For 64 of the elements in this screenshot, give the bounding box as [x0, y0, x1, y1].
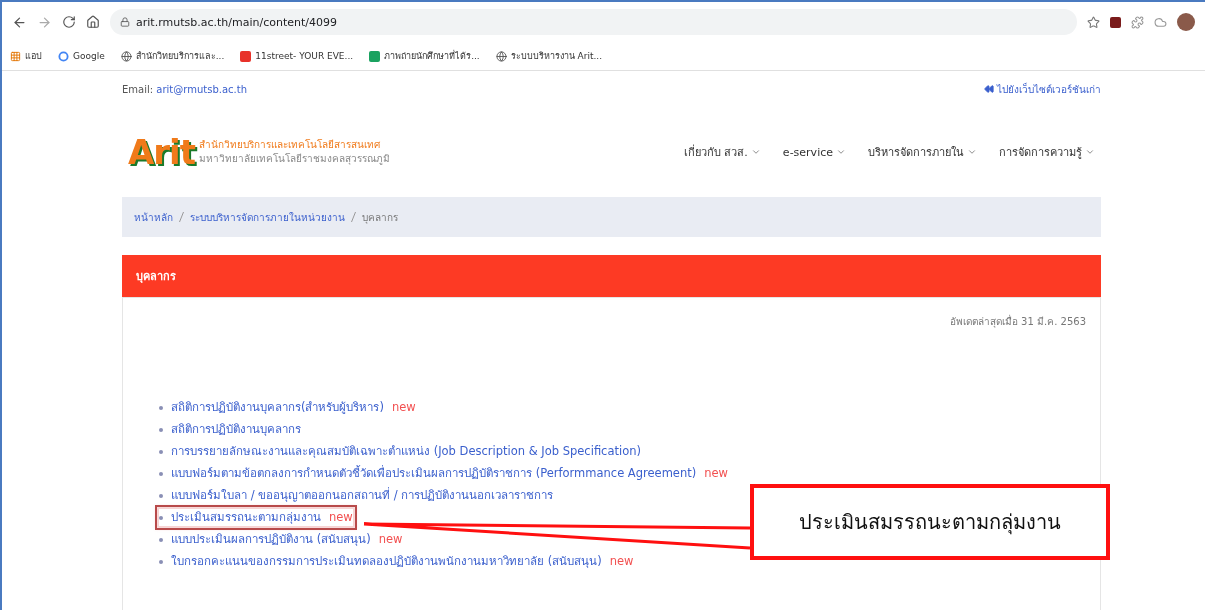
- rewind-icon: [984, 84, 994, 94]
- google-icon: [58, 50, 69, 62]
- address-bar[interactable]: arit.rmutsb.ac.th/main/content/4099: [110, 9, 1077, 35]
- updated-date: อัพเดตล่าสุดเมื่อ 31 มี.ค. 2563: [949, 314, 1086, 329]
- org-name: สำนักวิทยบริการและเทคโนโลยีสารสนเทศ: [199, 138, 381, 152]
- new-label: new: [609, 553, 634, 570]
- star-icon[interactable]: [1087, 15, 1100, 29]
- bullet-icon: [159, 537, 163, 542]
- globe-icon: [495, 50, 507, 62]
- document-link[interactable]: แบบฟอร์มใบลา / ขออนุญาตออกนอกสถานที่ / การปฏิบัติงานนอกเวลาราชการ: [171, 487, 554, 504]
- document-link[interactable]: ประเมินสมรรถนะตามกลุ่มงาน: [171, 509, 321, 526]
- slash-icon: [351, 212, 356, 222]
- nav-menu-item[interactable]: เกี่ยวกับ สวส.: [683, 143, 761, 161]
- bullet-icon: [159, 559, 163, 564]
- apps-icon[interactable]: [10, 50, 21, 62]
- bookmark[interactable]: สำนักวิทยบริการและ...: [120, 49, 225, 63]
- bookmark[interactable]: 11street- YOUR EVE...: [240, 50, 354, 62]
- caret-icon: [836, 147, 846, 157]
- document-link[interactable]: สถิติการปฏิบัติงานบุคลากร(สำหรับผู้บริหาร): [171, 399, 384, 416]
- caret-icon: [1085, 147, 1095, 157]
- breadcrumb-link[interactable]: ระบบบริหารจัดการภายในหน่วยงาน: [190, 209, 345, 225]
- site-icon: [369, 50, 381, 62]
- avatar-icon[interactable]: [1177, 13, 1195, 31]
- document-link[interactable]: สถิติการปฏิบัติงานบุคลากร: [171, 421, 301, 438]
- globe-icon: [120, 50, 132, 62]
- document-link[interactable]: แบบฟอร์มตามข้อตกลงการกำหนดตัวชี้วัดเพื่อประเมินผลการปฏิบัติราชการ (Performmance Agreement): [171, 465, 697, 482]
- caret-icon: [750, 147, 761, 157]
- bullet-icon: [159, 471, 163, 476]
- back-icon[interactable]: [12, 14, 27, 30]
- bookmark[interactable]: Google: [58, 50, 105, 62]
- extension-icon[interactable]: [1110, 16, 1121, 28]
- bullet-icon: [159, 449, 163, 454]
- email-text: Email: arit@rmutsb.ac.th: [122, 83, 247, 95]
- university-name: มหาวิทยาลัยเทคโนโลยีราชมงคลสุวรรณภูมิ: [199, 152, 390, 166]
- document-link[interactable]: การบรรยายลักษณะงานและคุณสมบัติเฉพาะตำแหน่ง (Job Description & Job Specification): [171, 443, 641, 460]
- home-icon[interactable]: [86, 15, 100, 29]
- breadcrumb-link[interactable]: หน้าหลัก: [134, 209, 173, 225]
- nav-menu-item[interactable]: การจัดการความรู้: [999, 143, 1095, 161]
- lock-icon: [120, 17, 130, 27]
- site-icon: [240, 50, 252, 62]
- bookmark[interactable]: ภาพถ่ายนักศึกษาที่ได้ร...: [369, 49, 480, 63]
- bullet-icon: [159, 405, 163, 410]
- callout-label: ประเมินสมรรถนะตามกลุ่มงาน: [750, 484, 1110, 560]
- bullet-icon: [159, 427, 163, 432]
- breadcrumb-current: บุคลากร: [362, 210, 398, 225]
- puzzle-icon[interactable]: [1131, 15, 1144, 29]
- bookmark[interactable]: ระบบบริหารงาน Arit...: [495, 49, 603, 63]
- bullet-icon: [159, 515, 163, 520]
- caret-icon: [967, 147, 977, 157]
- nav-menu-item[interactable]: e-service: [782, 143, 846, 161]
- panel-header: บุคลากร: [122, 255, 1101, 297]
- document-link[interactable]: ใบกรอกคะแนนของกรรมการประเมินทดลองปฏิบัติงานพนักงานมหาวิทยาลัย (สนับสนุน): [171, 553, 602, 570]
- new-label: new: [378, 531, 403, 548]
- document-link[interactable]: แบบประเมินผลการปฏิบัติงาน (สนับสนุน): [171, 531, 371, 548]
- old-site-link[interactable]: ไปยังเว็บไซต์เวอร์ชันเก่า: [984, 81, 1101, 97]
- reload-icon[interactable]: [62, 15, 76, 29]
- new-label: new: [392, 399, 416, 416]
- bullet-icon: [159, 493, 163, 498]
- slash-icon: [179, 212, 184, 222]
- new-label: new: [329, 509, 353, 526]
- bookmark[interactable]: แอป: [10, 49, 42, 63]
- cloud-icon[interactable]: [1154, 15, 1167, 29]
- new-label: new: [704, 465, 728, 482]
- nav-menu-item[interactable]: บริหารจัดการภายใน: [868, 143, 977, 161]
